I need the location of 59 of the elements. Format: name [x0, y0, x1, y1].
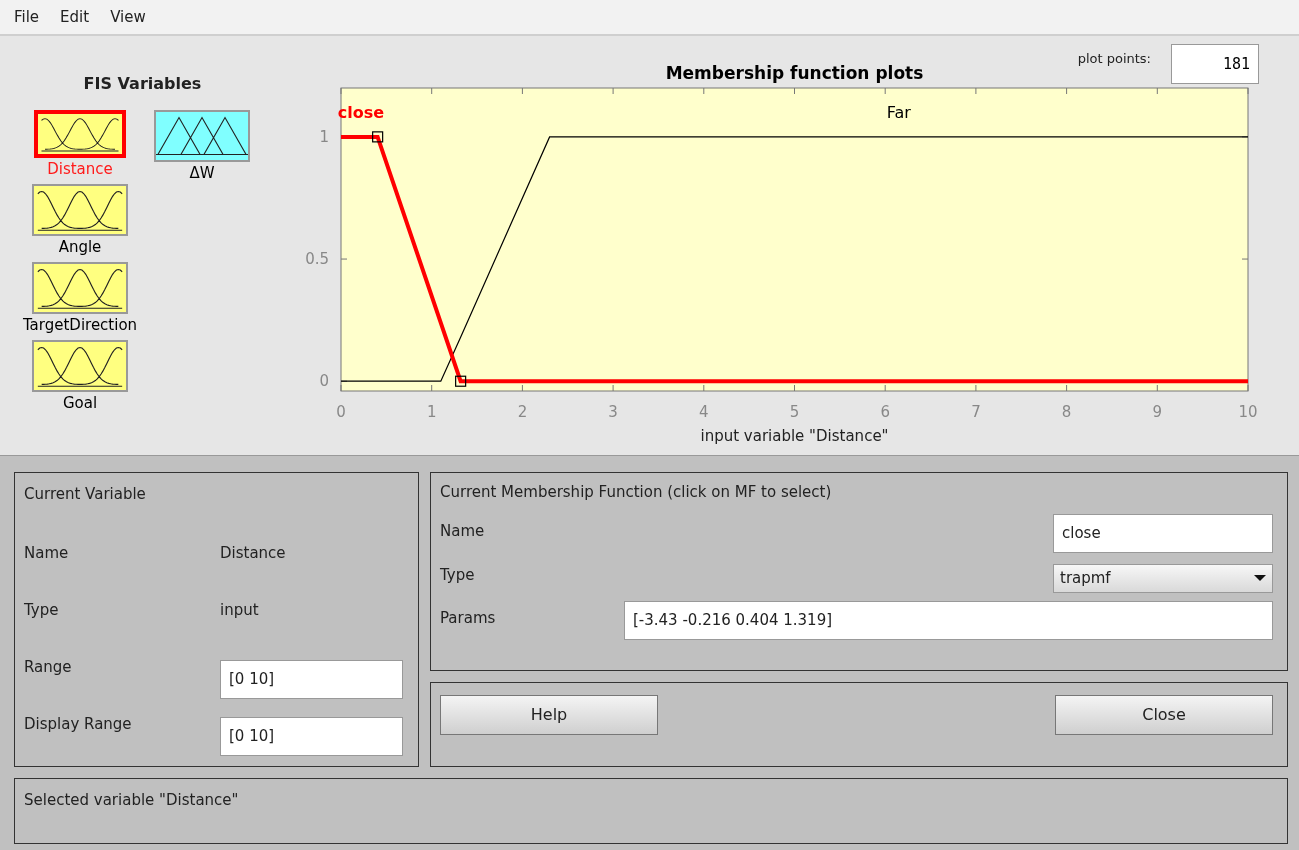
- variable-label: TargetDirection: [22, 315, 138, 336]
- variable-label: ΔW: [189, 163, 215, 184]
- panel-title: Current Variable: [24, 484, 147, 505]
- variable-button[interactable]: ΔW: [154, 110, 250, 184]
- type-label: Type: [440, 564, 475, 586]
- variable-button[interactable]: Angle: [32, 184, 128, 258]
- y-tick-label: 1: [319, 127, 329, 146]
- bell-curves-icon: [34, 110, 126, 158]
- caret-icon: [1254, 574, 1266, 582]
- panel-title: FIS Variables: [82, 73, 203, 95]
- bell-curves-icon: [32, 184, 128, 236]
- plot-points-label: plot points:: [1077, 50, 1151, 68]
- field-label: Type: [24, 599, 60, 621]
- name-label: Name: [440, 520, 485, 542]
- params-label: Params: [440, 607, 496, 629]
- x-tick-label: 7: [971, 403, 981, 421]
- panel-title: Current Membership Function (click on MF to select): [440, 482, 833, 503]
- variable-button[interactable]: TargetDirection: [22, 262, 138, 336]
- field-label: Name: [24, 542, 70, 564]
- field-label: Display Range: [24, 713, 133, 735]
- y-tick-label: 0: [319, 372, 329, 391]
- input-field[interactable]: [0 10]: [220, 716, 403, 756]
- y-tick-label: 0.5: [305, 250, 329, 269]
- curve-label: Far: [886, 103, 911, 122]
- x-tick-label: 1: [426, 403, 437, 421]
- action-button[interactable]: Help: [440, 695, 658, 735]
- chart-title: Membership function plots: [665, 63, 924, 83]
- menu-item[interactable]: File: [12, 3, 49, 31]
- field-value: Distance: [220, 542, 286, 564]
- triangles-icon: [154, 110, 250, 162]
- action-button[interactable]: Close: [1055, 695, 1273, 735]
- x-tick-label: 9: [1152, 403, 1163, 421]
- x-tick-label: 5: [789, 403, 800, 421]
- input-field[interactable]: [0 10]: [220, 659, 403, 699]
- x-tick-label: 2: [517, 403, 528, 421]
- x-tick-label: 6: [880, 403, 890, 421]
- variable-label: Goal: [62, 393, 98, 414]
- variable-label: Distance: [47, 159, 113, 180]
- x-tick-label: 8: [1061, 403, 1072, 421]
- x-tick-label: 10: [1238, 403, 1258, 421]
- plot-points-field[interactable]: 181: [1171, 44, 1259, 84]
- x-tick-label: 0: [336, 403, 346, 421]
- variable-label: Angle: [58, 237, 102, 258]
- status-message: Selected variable "Distance": [24, 790, 239, 809]
- x-axis-label: input variable "Distance": [700, 427, 889, 445]
- menu-item[interactable]: View: [108, 3, 155, 31]
- bell-curves-icon: [32, 340, 128, 392]
- x-tick-label: 3: [608, 403, 618, 421]
- type-dropdown[interactable]: trapmf: [1053, 563, 1273, 593]
- variable-button[interactable]: Goal: [32, 340, 128, 414]
- menu-item[interactable]: Edit: [58, 3, 99, 31]
- vertex-handles[interactable]: [372, 131, 467, 387]
- field-label: Range: [24, 656, 73, 678]
- params-field[interactable]: [-3.43 -0.216 0.404 1.319]: [624, 600, 1273, 640]
- x-tick-label: 4: [699, 403, 709, 421]
- bell-curves-icon: [32, 262, 128, 314]
- name-field[interactable]: close: [1053, 513, 1273, 553]
- curve-label: close: [337, 103, 385, 122]
- field-value: input: [220, 599, 259, 621]
